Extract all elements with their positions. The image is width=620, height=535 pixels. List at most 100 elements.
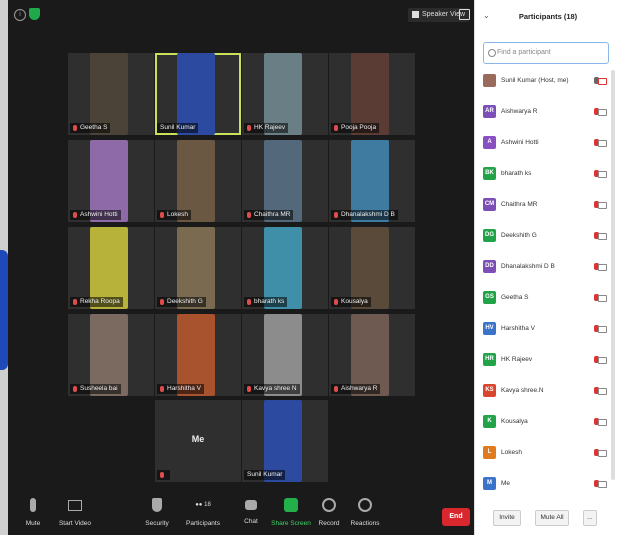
participant-row[interactable]: GS Geetha S bbox=[483, 289, 607, 307]
participant-row[interactable]: L Lokesh bbox=[483, 444, 607, 462]
muted-mic-icon bbox=[160, 212, 164, 218]
video-tile[interactable]: Sunil Kumar bbox=[242, 400, 328, 482]
participant-name: Harshitha V bbox=[501, 325, 535, 332]
participant-row[interactable]: HR HK Rajeev bbox=[483, 351, 607, 369]
participant-row[interactable]: CM Chaithra MR bbox=[483, 196, 607, 214]
video-tile[interactable]: HK Rajeev bbox=[242, 53, 328, 135]
video-tile[interactable]: Deekshith G bbox=[155, 227, 241, 309]
video-camera-icon[interactable] bbox=[598, 264, 607, 271]
start-video-button[interactable]: Start Video bbox=[50, 496, 100, 527]
shield-icon bbox=[152, 498, 162, 512]
mute-all-button[interactable]: Mute All bbox=[535, 510, 569, 526]
video-camera-icon[interactable] bbox=[598, 481, 607, 488]
video-camera-icon[interactable] bbox=[598, 171, 607, 178]
participant-row[interactable]: BK bharath ks bbox=[483, 165, 607, 183]
security-button[interactable]: Security bbox=[132, 496, 182, 527]
participant-name: Lokesh bbox=[501, 449, 522, 456]
invite-button[interactable]: Invite bbox=[493, 510, 521, 526]
participant-name: Chaithra MR bbox=[501, 201, 538, 208]
tile-name-text: HK Rajeev bbox=[254, 124, 286, 131]
video-camera-icon[interactable] bbox=[598, 326, 607, 333]
muted-mic-icon bbox=[334, 299, 338, 305]
muted-mic-icon bbox=[160, 299, 164, 305]
microphone-icon bbox=[30, 498, 36, 512]
tile-name-text: Harshitha V bbox=[167, 385, 201, 392]
video-camera-icon[interactable] bbox=[598, 78, 607, 85]
fullscreen-icon[interactable] bbox=[459, 9, 470, 20]
participant-search-input[interactable]: Find a participant bbox=[483, 42, 609, 64]
tile-name-label: Kousalya bbox=[331, 297, 371, 307]
tile-name-label: Dhanalakshmi D B bbox=[331, 210, 398, 220]
reactions-button[interactable]: Reactions bbox=[340, 496, 390, 527]
video-tile[interactable]: Dhanalakshmi D B bbox=[329, 140, 415, 222]
participant-row[interactable]: Sunil Kumar (Host, me) bbox=[483, 72, 607, 90]
video-tile[interactable]: Harshitha V bbox=[155, 314, 241, 396]
chat-icon bbox=[245, 500, 257, 510]
muted-mic-icon bbox=[247, 299, 251, 305]
video-camera-icon[interactable] bbox=[598, 419, 607, 426]
muted-mic-icon bbox=[247, 212, 251, 218]
participant-list-scrollbar[interactable] bbox=[611, 70, 615, 480]
tile-name-text: Geetha S bbox=[80, 124, 108, 131]
tile-name-text: Dhanalakshmi D B bbox=[341, 211, 395, 218]
participant-row[interactable]: M Me bbox=[483, 475, 607, 493]
video-tile[interactable]: Geetha S bbox=[68, 53, 154, 135]
muted-mic-icon bbox=[73, 212, 77, 218]
video-tile[interactable]: Aishwarya R bbox=[329, 314, 415, 396]
tile-name-label: Harshitha V bbox=[157, 384, 204, 394]
tile-name-text: Ashwini Hotti bbox=[80, 211, 118, 218]
video-tile[interactable]: Rekha Roopa bbox=[68, 227, 154, 309]
tile-name-label: Ashwini Hotti bbox=[70, 210, 121, 220]
video-camera-icon[interactable] bbox=[598, 295, 607, 302]
tile-name-text: Rekha Roopa bbox=[80, 298, 120, 305]
video-tile[interactable]: Lokesh bbox=[155, 140, 241, 222]
video-tile-me[interactable]: Me bbox=[155, 400, 241, 482]
video-camera-icon[interactable] bbox=[598, 450, 607, 457]
participant-row[interactable]: K Kousalya bbox=[483, 413, 607, 431]
participants-count: 18 bbox=[204, 502, 211, 508]
tile-name-text: Aishwarya R bbox=[341, 385, 378, 392]
tile-name-label: Lokesh bbox=[157, 210, 191, 220]
tile-name-label: Kavya shree N bbox=[244, 384, 300, 394]
video-tile[interactable]: bharath ks bbox=[242, 227, 328, 309]
avatar: CM bbox=[483, 198, 496, 211]
video-tile[interactable]: Kavya shree N bbox=[242, 314, 328, 396]
muted-mic-icon bbox=[334, 386, 338, 392]
participant-name: HK Rajeev bbox=[501, 356, 533, 363]
video-tile[interactable]: Chaithra MR bbox=[242, 140, 328, 222]
end-meeting-button[interactable]: End bbox=[442, 508, 470, 526]
muted-mic-icon bbox=[73, 125, 77, 131]
tile-name-label: Aishwarya R bbox=[331, 384, 381, 394]
video-camera-icon[interactable] bbox=[598, 388, 607, 395]
avatar: M bbox=[483, 477, 496, 490]
security-shield-icon[interactable] bbox=[29, 8, 40, 20]
more-options-button[interactable]: ... bbox=[583, 510, 597, 526]
participant-row[interactable]: DD Dhanalakshmi D B bbox=[483, 258, 607, 276]
video-tile[interactable]: Kousalya bbox=[329, 227, 415, 309]
participant-row[interactable]: HV Harshitha V bbox=[483, 320, 607, 338]
participant-row[interactable]: DG Deekshith G bbox=[483, 227, 607, 245]
participant-row[interactable]: A Ashwini Hotti bbox=[483, 134, 607, 152]
tile-name-text: bharath ks bbox=[254, 298, 285, 305]
video-camera-icon[interactable] bbox=[598, 202, 607, 209]
video-camera-icon[interactable] bbox=[598, 357, 607, 364]
video-camera-icon[interactable] bbox=[598, 140, 607, 147]
meeting-topbar: i Speaker View bbox=[8, 0, 474, 30]
video-camera-icon[interactable] bbox=[598, 233, 607, 240]
avatar: L bbox=[483, 446, 496, 459]
smiley-icon bbox=[358, 498, 372, 512]
avatar: KS bbox=[483, 384, 496, 397]
video-tile[interactable]: Sunil Kumar bbox=[155, 53, 241, 135]
video-camera-icon[interactable] bbox=[598, 109, 607, 116]
participant-row[interactable]: AR Aishwarya R bbox=[483, 103, 607, 121]
participants-button[interactable]: ●● 18 Participants bbox=[178, 496, 228, 527]
tile-name-text: Sunil Kumar bbox=[160, 124, 196, 131]
me-label: Me bbox=[191, 434, 205, 444]
start-video-label: Start Video bbox=[58, 520, 92, 527]
share-screen-icon bbox=[284, 498, 298, 512]
video-tile[interactable]: Susheela bai bbox=[68, 314, 154, 396]
video-tile[interactable]: Ashwini Hotti bbox=[68, 140, 154, 222]
video-tile[interactable]: Pooja Pooja bbox=[329, 53, 415, 135]
participant-row[interactable]: KS Kavya shree.N bbox=[483, 382, 607, 400]
info-icon[interactable]: i bbox=[14, 9, 26, 21]
